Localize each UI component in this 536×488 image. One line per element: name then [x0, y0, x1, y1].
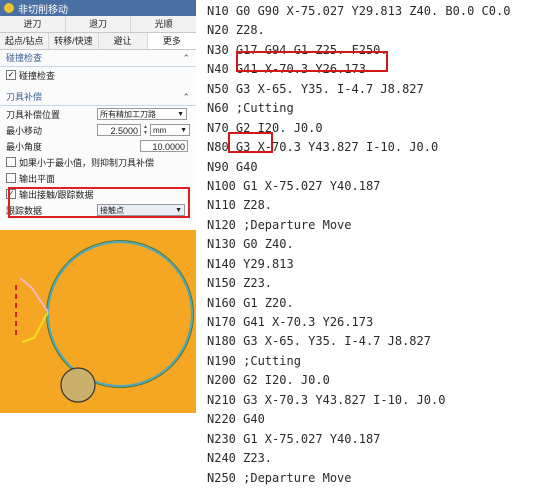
- section-tool-comp-header[interactable]: 刀具补偿 ⌃: [0, 89, 196, 106]
- toolpath-graphic: [15, 240, 194, 403]
- tab-smoothing[interactable]: 光顺: [131, 16, 196, 32]
- min-move-label: 最小移动: [6, 125, 43, 136]
- tool-comp-position-select[interactable]: 所有精加工刀路 ▼: [97, 108, 187, 120]
- output-plane-row: 输出平面: [0, 170, 196, 186]
- code-line: N110 Z28.: [207, 198, 273, 213]
- min-angle-row: 最小角度 10.0000: [0, 138, 196, 154]
- collision-check-row: ✓ 碰撞检查: [0, 67, 196, 83]
- code-line: N250 ;Departure Move: [207, 470, 352, 485]
- code-line: N100 G1 X-75.027 Y40.187: [207, 178, 381, 193]
- min-move-unit-select[interactable]: mm ▼: [150, 124, 190, 136]
- toolpath-view: [0, 230, 196, 413]
- min-move-unit-value: mm: [153, 126, 167, 135]
- suppress-comp-row: 如果小于最小值，则抑制刀具补偿: [0, 154, 196, 170]
- chevron-up-icon[interactable]: ⌃: [182, 89, 190, 105]
- highlight-box-contact-data: [8, 187, 190, 218]
- retract-arc-path: [21, 311, 49, 343]
- tab-transfer-rapid[interactable]: 转移/快速: [49, 33, 99, 49]
- tab-engage[interactable]: 进刀: [0, 16, 66, 32]
- nc-code-listing: N10 G0 G90 X-75.027 Y29.813 Z40. B0.0 C0…: [207, 2, 536, 488]
- output-plane-checkbox[interactable]: [6, 173, 16, 183]
- suppress-comp-checkbox[interactable]: [6, 157, 16, 167]
- output-plane-label: 输出平面: [19, 173, 56, 184]
- chevron-up-icon[interactable]: ⌃: [182, 50, 190, 66]
- code-line: N20 Z28.: [207, 23, 265, 38]
- highlight-box-g40: [228, 132, 273, 153]
- code-line: N210 G3 X-70.3 Y43.827 I-10. J0.0: [207, 392, 446, 407]
- code-line: N200 G2 I20. J0.0: [207, 373, 330, 388]
- min-move-row: 最小移动 2.5000 ▲ ▼ mm ▼: [0, 122, 196, 138]
- code-line: N130 G0 Z40.: [207, 237, 294, 252]
- collision-check-checkbox[interactable]: ✓: [6, 70, 16, 80]
- cutting-circle: [47, 241, 193, 387]
- code-line: N180 G3 X-65. Y35. I-4.7 J8.827: [207, 334, 431, 349]
- section-collision-title: 碰撞检查: [6, 53, 43, 63]
- tab-row-1: 进刀 退刀 光顺: [0, 16, 196, 33]
- engage-arc-path: [19, 277, 49, 313]
- code-line: N240 Z23.: [207, 451, 273, 466]
- code-line: N220 G40: [207, 412, 265, 427]
- code-line: N230 G1 X-75.027 Y40.187: [207, 431, 381, 446]
- tool-comp-position-row: 刀具补偿位置 所有精加工刀路 ▼: [0, 106, 196, 122]
- collision-check-label: 碰撞检查: [19, 70, 56, 81]
- suppress-comp-label: 如果小于最小值，则抑制刀具补偿: [19, 157, 155, 168]
- tab-row-2: 起点/钻点 转移/快速 避让 更多: [0, 33, 196, 50]
- code-line: N140 Y29.813: [207, 256, 294, 271]
- code-line: N60 ;Cutting: [207, 101, 294, 116]
- code-line: N160 G1 Z20.: [207, 295, 294, 310]
- spinner-arrows-icon[interactable]: ▲ ▼: [142, 124, 149, 136]
- code-line: N190 ;Cutting: [207, 353, 301, 368]
- chevron-down-icon: ▼: [180, 127, 187, 134]
- tab-retract[interactable]: 退刀: [66, 16, 132, 32]
- highlight-box-g41: [236, 51, 388, 72]
- code-line: N90 G40: [207, 159, 258, 174]
- min-angle-label: 最小角度: [6, 141, 43, 152]
- tool-comp-position-value: 所有精加工刀路: [100, 110, 156, 119]
- tab-start-drill-points[interactable]: 起点/钻点: [0, 33, 50, 49]
- code-line: N150 Z23.: [207, 276, 273, 291]
- min-angle-input[interactable]: 10.0000: [140, 140, 188, 152]
- code-line: N10 G0 G90 X-75.027 Y29.813 Z40. B0.0 C0…: [207, 4, 511, 18]
- tab-avoidance[interactable]: 避让: [99, 33, 148, 49]
- chevron-down-icon: ▼: [177, 111, 184, 118]
- code-line: N120 ;Departure Move: [207, 217, 352, 232]
- dialog-title: 非切削移动: [18, 4, 68, 16]
- tab-more[interactable]: 更多: [147, 33, 196, 49]
- section-tool-comp-title: 刀具补偿: [6, 92, 43, 102]
- non-cutting-moves-dialog: 非切削移动 进刀 退刀 光顺 起点/钻点 转移/快速 避让 更多 碰撞检查 ⌃ …: [0, 0, 196, 230]
- code-line: N170 G41 X-70.3 Y26.173: [207, 315, 374, 329]
- section-collision-header[interactable]: 碰撞检查 ⌃: [0, 50, 196, 67]
- min-move-input[interactable]: 2.5000: [97, 124, 141, 136]
- app-icon: [4, 3, 14, 13]
- tool-comp-position-label: 刀具补偿位置: [6, 109, 61, 120]
- code-line: N50 G3 X-65. Y35. I-4.7 J8.827: [207, 81, 424, 96]
- dialog-titlebar: 非切削移动: [0, 0, 196, 16]
- tool-shape: [60, 367, 96, 403]
